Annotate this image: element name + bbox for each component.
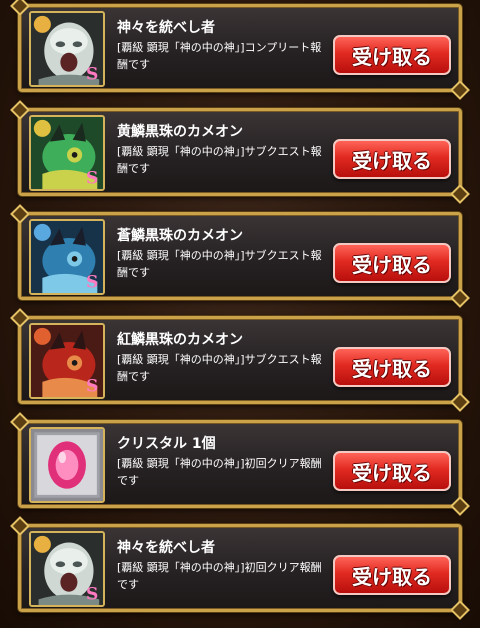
reward-description: [覇級 顕現「神の中の神」]サブクエスト報酬です [117, 353, 322, 383]
reward-name: クリスタル 1個 [117, 436, 216, 452]
reward-description: [覇級 顕現「神の中の神」]初回クリア報酬です [117, 561, 322, 591]
receive-button[interactable]: 受け取る [333, 139, 451, 179]
pink-crystal-icon [29, 427, 105, 503]
svg-text:S: S [86, 584, 98, 604]
reward-name: 蒼鱗黒珠のカメオン [117, 228, 243, 244]
reward-card: S 黄鱗黒珠のカメオン [覇級 顕現「神の中の神」]サブクエスト報酬です 受け取… [18, 108, 462, 196]
reward-card: クリスタル 1個 [覇級 顕現「神の中の神」]初回クリア報酬です 受け取る [18, 420, 462, 508]
reward-card: S 神々を統べし者 [覇級 顕現「神の中の神」]初回クリア報酬です 受け取る [18, 524, 462, 612]
reward-description: [覇級 顕現「神の中の神」]サブクエスト報酬です [117, 249, 322, 279]
red-chameleon-monster-icon: S [29, 323, 105, 399]
receive-button[interactable]: 受け取る [333, 451, 451, 491]
blue-chameleon-monster-icon: S [29, 219, 105, 295]
white-stone-face-monster-icon: S [29, 11, 105, 87]
reward-name: 紅鱗黒珠のカメオン [117, 332, 243, 348]
white-stone-face-monster-icon: S [29, 531, 105, 607]
svg-text:S: S [86, 272, 98, 292]
svg-text:S: S [86, 168, 98, 188]
reward-list: S 神々を統べし者 [覇級 顕現「神の中の神」]コンプリート報酬です 受け取る … [0, 0, 480, 628]
reward-name: 神々を統べし者 [117, 20, 215, 36]
reward-description: [覇級 顕現「神の中の神」]コンプリート報酬です [117, 41, 322, 71]
reward-description: [覇級 顕現「神の中の神」]サブクエスト報酬です [117, 145, 322, 175]
reward-card: S 神々を統べし者 [覇級 顕現「神の中の神」]コンプリート報酬です 受け取る [18, 4, 462, 92]
receive-button[interactable]: 受け取る [333, 243, 451, 283]
receive-button[interactable]: 受け取る [333, 35, 451, 75]
reward-description: [覇級 顕現「神の中の神」]初回クリア報酬です [117, 457, 322, 487]
yellow-chameleon-monster-icon: S [29, 115, 105, 191]
reward-card: S 蒼鱗黒珠のカメオン [覇級 顕現「神の中の神」]サブクエスト報酬です 受け取… [18, 212, 462, 300]
svg-text:S: S [86, 376, 98, 396]
receive-button[interactable]: 受け取る [333, 555, 451, 595]
reward-name: 黄鱗黒珠のカメオン [117, 124, 243, 140]
reward-card: S 紅鱗黒珠のカメオン [覇級 顕現「神の中の神」]サブクエスト報酬です 受け取… [18, 316, 462, 404]
svg-text:S: S [86, 64, 98, 84]
receive-button[interactable]: 受け取る [333, 347, 451, 387]
reward-name: 神々を統べし者 [117, 540, 215, 556]
